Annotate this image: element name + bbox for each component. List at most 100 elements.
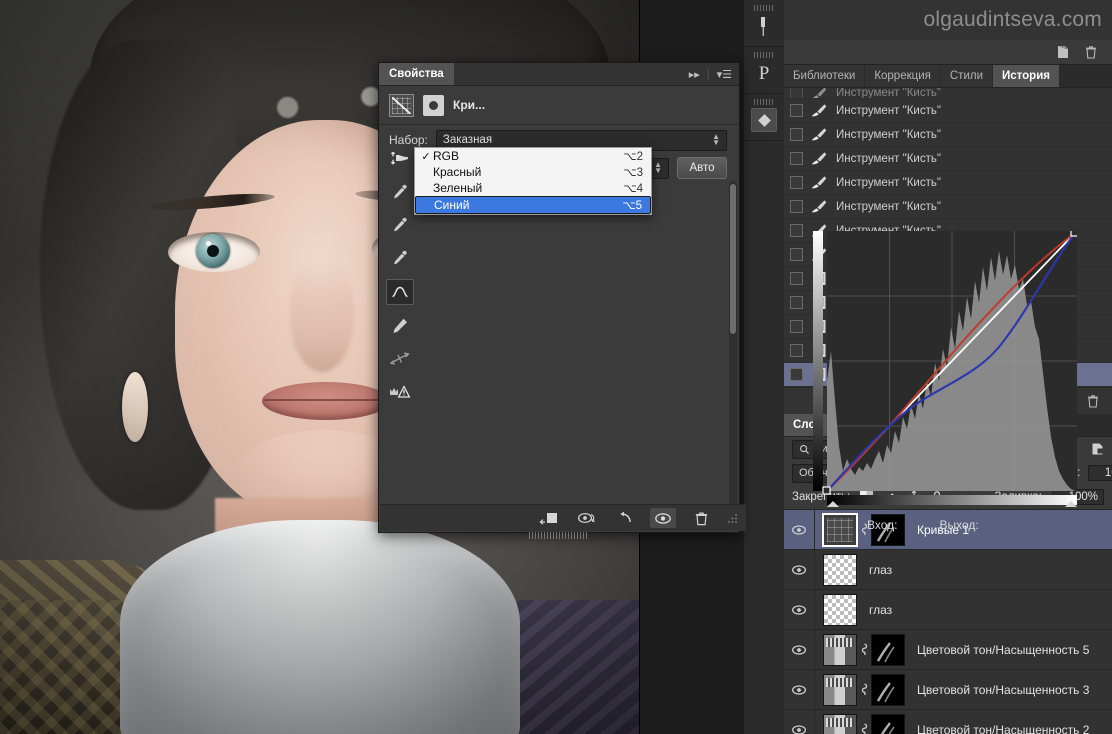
channel-menu-item[interactable]: Синий ⌥5	[415, 196, 651, 214]
history-snapshot-checkbox[interactable]	[790, 176, 803, 189]
history-snapshot-checkbox[interactable]	[790, 248, 803, 261]
channel-dropdown-menu[interactable]: ✓ RGB ⌥2 Красный ⌥3 Зеленый ⌥4 Синий ⌥5	[414, 147, 652, 215]
mask-link-icon[interactable]	[857, 643, 871, 656]
curve-point-tool-icon[interactable]	[386, 279, 414, 305]
smart-object-filter-icon[interactable]	[1091, 442, 1104, 456]
mask-link-icon[interactable]	[857, 723, 871, 734]
view-previous-state-icon[interactable]	[574, 508, 600, 528]
layer-mask-thumbnail[interactable]	[871, 673, 905, 706]
layer-row[interactable]: Цветовой тон/Насыщенность 3	[784, 670, 1112, 710]
layer-name: Цветовой тон/Насыщенность 3	[917, 682, 1090, 697]
history-item[interactable]: Инструмент "Кисть"	[784, 195, 1112, 219]
panel-menu-icon[interactable]: ▾☰	[717, 68, 732, 81]
layer-thumbnail[interactable]	[823, 673, 857, 706]
input-gradient-bar	[827, 495, 1077, 505]
history-snapshot-checkbox[interactable]	[790, 200, 803, 213]
check-icon: ✓	[421, 150, 431, 163]
curves-graph[interactable]	[813, 228, 1079, 514]
channel-menu-item[interactable]: Зеленый ⌥4	[415, 180, 651, 196]
page-title: Кри...	[453, 98, 486, 112]
black-point-eyedropper-icon[interactable]	[387, 180, 413, 204]
opacity-value[interactable]: 100%	[1088, 465, 1112, 481]
new-layer-icon[interactable]	[1056, 45, 1070, 59]
layer-visibility-toggle[interactable]	[784, 550, 815, 589]
layer-visibility-toggle[interactable]	[784, 670, 815, 709]
resize-grip-icon[interactable]	[726, 512, 738, 524]
gray-point-eyedropper-icon[interactable]	[387, 213, 413, 237]
brush-icon	[811, 199, 827, 215]
layer-row[interactable]: Цветовой тон/Насыщенность 2	[784, 710, 1112, 734]
history-snapshot-checkbox[interactable]	[790, 272, 803, 285]
collapse-panel-icon[interactable]: ▸▸	[689, 68, 700, 81]
tab-adjustments[interactable]: Коррекция	[865, 65, 941, 87]
delete-adjustment-icon[interactable]	[688, 508, 714, 528]
history-snapshot-checkbox[interactable]	[790, 320, 803, 333]
history-snapshot-checkbox[interactable]	[790, 368, 803, 381]
history-item[interactable]: Инструмент "Кисть"	[784, 171, 1112, 195]
layer-row[interactable]: глаз	[784, 590, 1112, 630]
clip-to-layer-icon[interactable]	[536, 508, 562, 528]
layer-thumbnail[interactable]	[823, 593, 857, 626]
delete-layer-icon[interactable]	[1084, 45, 1098, 59]
tab-history[interactable]: История	[993, 65, 1060, 87]
layer-thumbnail[interactable]	[823, 633, 857, 666]
layer-mask-thumbnail[interactable]	[871, 633, 905, 666]
channel-menu-item[interactable]: Красный ⌥3	[415, 164, 651, 180]
layer-row[interactable]: Цветовой тон/Насыщенность 5	[784, 630, 1112, 670]
history-item-label: Инструмент "Кисть"	[836, 88, 941, 99]
smooth-curve-icon[interactable]	[387, 347, 413, 371]
history-snapshot-checkbox[interactable]	[790, 104, 803, 117]
dock-item-3d[interactable]	[744, 94, 784, 141]
layer-mask-icon[interactable]	[423, 94, 444, 116]
preset-label: Набор:	[389, 133, 428, 147]
history-snapshot-checkbox[interactable]	[790, 88, 803, 98]
properties-panel[interactable]: Свойства ▸▸ | ▾☰ Кри... Набор: Заказная …	[378, 62, 1079, 539]
layer-thumbnail[interactable]	[823, 553, 857, 586]
history-item[interactable]: Инструмент "Кисть"	[784, 88, 1112, 99]
history-tabbar[interactable]: Библиотеки Коррекция Стили История	[784, 65, 1112, 88]
layer-visibility-toggle[interactable]	[784, 710, 815, 734]
layer-name: глаз	[869, 562, 893, 577]
tab-styles[interactable]: Стили	[940, 65, 994, 87]
tab-libraries[interactable]: Библиотеки	[784, 65, 866, 87]
properties-tabbar[interactable]: Свойства ▸▸ | ▾☰	[379, 63, 739, 86]
history-item[interactable]: Инструмент "Кисть"	[784, 123, 1112, 147]
3d-panel-icon	[751, 108, 777, 132]
curves-tools[interactable]	[385, 147, 415, 404]
channel-menu-item[interactable]: ✓ RGB ⌥2	[415, 148, 651, 164]
channel-menu-label: Синий	[434, 198, 470, 212]
dock-item-paragraph[interactable]: P	[744, 47, 784, 94]
clipping-warning-icon[interactable]	[387, 380, 413, 404]
dock-item-brush-preset[interactable]	[744, 0, 784, 47]
layer-mask-thumbnail[interactable]	[871, 713, 905, 734]
layer-row[interactable]: глаз	[784, 550, 1112, 590]
layer-visibility-toggle[interactable]	[784, 630, 815, 669]
layer-thumbnail[interactable]	[823, 713, 857, 734]
history-item[interactable]: Инструмент "Кисть"	[784, 99, 1112, 123]
panel-grip	[754, 99, 774, 105]
layer-name: глаз	[869, 602, 893, 617]
white-point-eyedropper-icon[interactable]	[387, 246, 413, 270]
history-snapshot-checkbox[interactable]	[790, 344, 803, 357]
watermark: olgaudintseva.com	[784, 0, 1112, 40]
mask-link-icon[interactable]	[857, 683, 871, 696]
history-item[interactable]: Инструмент "Кисть"	[784, 147, 1112, 171]
toggle-layer-visibility-icon[interactable]	[650, 508, 676, 528]
tab-properties[interactable]: Свойства	[379, 63, 454, 85]
brush-icon	[811, 151, 827, 167]
history-snapshot-checkbox[interactable]	[790, 296, 803, 309]
on-image-adjustment-icon[interactable]	[387, 147, 413, 171]
layers-list[interactable]: Кривые 1 глаз глаз Цветовой тон/Насыщенност…	[784, 510, 1112, 734]
delete-state-icon[interactable]	[1086, 394, 1100, 408]
properties-scrollbar[interactable]	[729, 181, 737, 511]
channel-menu-shortcut: ⌥5	[622, 200, 642, 212]
reset-adjustment-icon[interactable]	[612, 508, 638, 528]
history-snapshot-checkbox[interactable]	[790, 152, 803, 165]
collapsed-panel-dock: P	[744, 0, 785, 734]
panel-bottom-grip[interactable]	[529, 532, 587, 539]
history-snapshot-checkbox[interactable]	[790, 224, 803, 237]
pencil-draw-curve-icon[interactable]	[387, 314, 413, 338]
layer-visibility-toggle[interactable]	[784, 590, 815, 629]
auto-button[interactable]: Авто	[677, 157, 727, 179]
history-snapshot-checkbox[interactable]	[790, 128, 803, 141]
